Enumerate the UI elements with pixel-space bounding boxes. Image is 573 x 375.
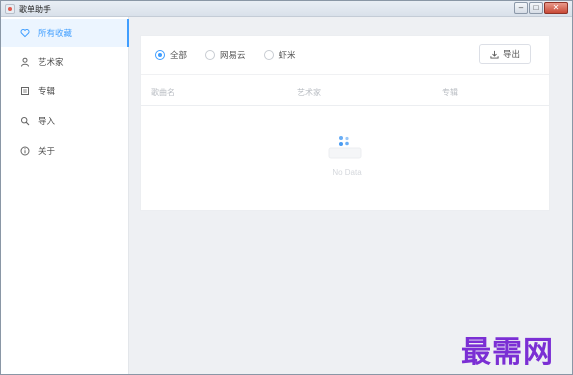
close-button[interactable]: ✕ [544, 2, 568, 14]
album-icon [19, 86, 30, 97]
favorites-card: 全部 网易云 虾米 导出 歌曲名 艺术家 专辑 No Data [140, 35, 550, 211]
title-bar[interactable]: 歌单助手 ‒ □ ✕ [1, 1, 572, 17]
radio-label: 虾米 [278, 50, 296, 60]
radio-indicator [205, 50, 216, 60]
column-header-artist[interactable]: 艺术家 [297, 87, 321, 98]
sidebar-item-albums[interactable]: 专辑 [1, 77, 128, 105]
column-header-song[interactable]: 歌曲名 [151, 87, 175, 98]
table-header: 歌曲名 艺术家 专辑 [141, 74, 549, 106]
radio-indicator [263, 50, 274, 60]
app-window: 歌单助手 ‒ □ ✕ 所有收藏 艺术家 专辑 导入 关于 全部 网易云 虾米 导… [0, 0, 573, 375]
search-icon [19, 116, 30, 127]
export-label: 导出 [502, 49, 520, 59]
radio-label: 全部 [170, 50, 188, 60]
app-icon [5, 4, 15, 14]
column-header-album[interactable]: 专辑 [442, 87, 458, 98]
radio-netease[interactable]: 网易云 [205, 49, 246, 61]
sidebar-item-import[interactable]: 导入 [1, 107, 128, 135]
download-icon [490, 50, 499, 59]
window-controls: ‒ □ ✕ [514, 2, 568, 14]
export-button[interactable]: 导出 [479, 44, 531, 64]
maximize-button[interactable]: □ [529, 2, 543, 14]
empty-state-text: No Data [332, 168, 362, 177]
radio-indicator [155, 50, 165, 60]
heart-icon [19, 28, 30, 39]
empty-state-icon [325, 132, 365, 164]
sidebar-item-artists[interactable]: 艺术家 [1, 48, 128, 76]
sidebar-item-favorites[interactable]: 所有收藏 [1, 19, 129, 47]
radio-xiami[interactable]: 虾米 [263, 49, 296, 61]
info-icon [19, 146, 30, 157]
source-filter: 全部 网易云 虾米 [155, 48, 314, 62]
watermark-logo: 最需网 [461, 335, 554, 370]
minimize-button[interactable]: ‒ [514, 2, 528, 14]
sidebar-item-label: 导入 [38, 116, 56, 126]
radio-label: 网易云 [220, 50, 246, 60]
window-title: 歌单助手 [19, 5, 51, 14]
sidebar: 所有收藏 艺术家 专辑 导入 关于 [1, 17, 129, 374]
main-content: 全部 网易云 虾米 导出 歌曲名 艺术家 专辑 No Data [129, 17, 572, 374]
user-icon [19, 57, 30, 68]
sidebar-item-about[interactable]: 关于 [1, 137, 128, 165]
sidebar-item-label: 所有收藏 [38, 28, 73, 38]
sidebar-item-label: 艺术家 [38, 57, 64, 67]
radio-all[interactable]: 全部 [155, 49, 187, 61]
sidebar-item-label: 关于 [38, 146, 56, 156]
sidebar-item-label: 专辑 [38, 86, 56, 96]
